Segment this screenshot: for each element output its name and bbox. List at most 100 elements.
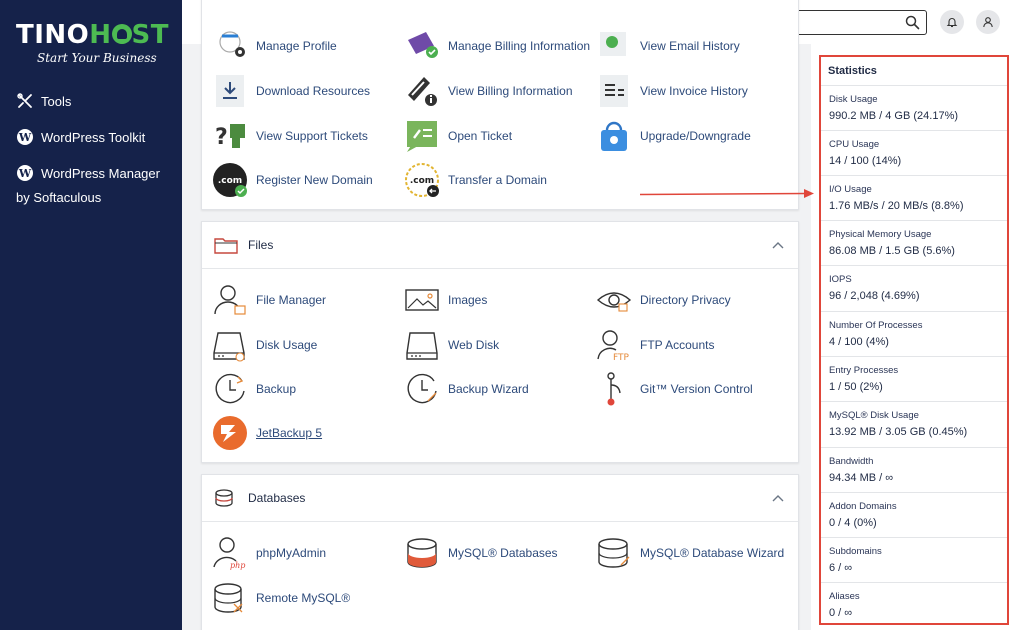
open-ticket-link[interactable]: Open Ticket — [404, 118, 512, 154]
backup-icon — [215, 373, 245, 404]
notifications-button[interactable] — [940, 10, 964, 34]
backup-link[interactable]: Backup — [212, 371, 296, 407]
item-label: MySQL® Databases — [448, 546, 558, 560]
view-email-history-link[interactable]: View Email History — [596, 28, 740, 64]
stat-value: 13.92 MB / 3.05 GB (0.45%) — [829, 426, 968, 438]
stat-value: 990.2 MB / 4 GB (24.17%) — [829, 110, 959, 122]
invoice-icon — [600, 75, 628, 107]
chevron-up-icon[interactable] — [772, 493, 784, 503]
svg-text:?: ? — [215, 125, 228, 150]
stat-row: MySQL® Disk Usage 13.92 MB / 3.05 GB (0.4… — [821, 401, 1007, 446]
billing-check-icon — [408, 32, 438, 58]
disk-usage-link[interactable]: Disk Usage — [212, 327, 317, 363]
view-support-tickets-link[interactable]: ? View Support Tickets — [212, 118, 368, 154]
stat-value: 94.34 MB / ∞ — [829, 472, 894, 484]
search-icon[interactable] — [905, 15, 920, 30]
jetbackup-link[interactable]: JetBackup 5 — [212, 415, 322, 451]
ftp-accounts-link[interactable]: FTP FTP Accounts — [596, 327, 714, 363]
mysql-databases-icon — [407, 538, 437, 568]
item-label: phpMyAdmin — [256, 546, 327, 560]
panel-title: Files — [248, 238, 274, 252]
register-domain-icon: .com — [213, 163, 247, 197]
directory-privacy-link[interactable]: Directory Privacy — [596, 282, 731, 318]
upgrade-bag-icon — [601, 121, 627, 151]
stat-label: MySQL® Disk Usage — [829, 410, 919, 421]
sidebar: TINOH ST Start Your Business Tools W Word… — [0, 0, 182, 630]
stat-value: 0 / 4 (0%) — [829, 517, 877, 529]
item-label: Manage Billing Information — [448, 39, 591, 53]
logo-st: ST — [131, 20, 170, 50]
mysql-database-wizard-link[interactable]: MySQL® Database Wizard — [596, 535, 784, 571]
stat-value: 1 / 50 (2%) — [829, 381, 883, 393]
files-panel-header[interactable]: Files — [202, 222, 798, 269]
svg-text:W: W — [18, 167, 32, 180]
stat-label: Entry Processes — [829, 365, 899, 376]
manage-billing-link[interactable]: Manage Billing Information — [404, 28, 590, 64]
email-history-icon — [600, 32, 626, 56]
svg-text:php: php — [230, 561, 245, 570]
stat-row: Physical Memory Usage 86.08 MB / 1.5 GB (… — [821, 220, 1007, 265]
web-disk-icon — [406, 332, 438, 360]
item-label: Images — [448, 293, 488, 307]
bell-icon — [946, 18, 958, 28]
sidebar-item-wordpress-toolkit[interactable]: W WordPress Toolkit — [16, 128, 181, 147]
register-domain-link[interactable]: .com Register New Domain — [212, 162, 373, 198]
mysql-databases-link[interactable]: MySQL® Databases — [404, 535, 558, 571]
logo-tino: TINO — [16, 20, 90, 50]
stat-row: Disk Usage 990.2 MB / 4 GB (24.17%) — [821, 85, 1007, 130]
sidebar-nav: Tools W WordPress Toolkit W WordPress Ma… — [16, 92, 181, 224]
stat-label: Bandwidth — [829, 456, 874, 467]
databases-panel-header[interactable]: Databases — [202, 475, 798, 522]
web-disk-link[interactable]: Web Disk — [404, 327, 499, 363]
user-menu-button[interactable] — [976, 10, 1000, 34]
sidebar-item-wordpress-manager[interactable]: W WordPress Manager by Softaculous — [16, 164, 181, 207]
phpmyadmin-link[interactable]: php phpMyAdmin — [212, 535, 326, 571]
item-label: Open Ticket — [448, 129, 513, 143]
stat-label: Aliases — [829, 591, 860, 602]
stat-value: 86.08 MB / 1.5 GB (5.6%) — [829, 245, 955, 257]
support-tickets-icon: ? — [215, 124, 245, 150]
transfer-domain-link[interactable]: .com Transfer a Domain — [404, 162, 547, 198]
git-version-control-link[interactable]: Git™ Version Control — [596, 371, 753, 407]
chevron-up-icon[interactable] — [772, 240, 784, 250]
stat-value: 4 / 100 (4%) — [829, 336, 889, 348]
tools-icon — [17, 93, 32, 108]
stat-value: 14 / 100 (14%) — [829, 155, 902, 167]
download-resources-link[interactable]: Download Resources — [212, 73, 370, 109]
upgrade-downgrade-link[interactable]: Upgrade/Downgrade — [596, 118, 751, 154]
item-label: Upgrade/Downgrade — [640, 129, 751, 143]
annotation-arrow — [640, 189, 814, 198]
stat-label: Disk Usage — [829, 94, 878, 105]
item-label: View Invoice History — [640, 84, 748, 98]
ftp-icon: FTP — [597, 330, 630, 363]
stat-label: IOPS — [829, 274, 852, 285]
eye-icon — [596, 292, 632, 312]
view-billing-info-link[interactable]: View Billing Information — [404, 73, 573, 109]
logo-h: H — [89, 20, 112, 50]
sidebar-item-tools[interactable]: Tools — [16, 92, 181, 111]
view-invoice-history-link[interactable]: View Invoice History — [596, 73, 748, 109]
images-link[interactable]: Images — [404, 282, 487, 318]
statistics-title: Statistics — [828, 65, 877, 77]
stat-label: Addon Domains — [829, 501, 897, 512]
item-label: Directory Privacy — [640, 293, 731, 307]
item-label: Git™ Version Control — [640, 382, 753, 396]
file-manager-link[interactable]: File Manager — [212, 282, 326, 318]
brand-logo[interactable]: TINOH ST Start Your Business — [16, 20, 170, 65]
manage-profile-link[interactable]: Manage Profile — [212, 28, 337, 64]
item-label: View Billing Information — [448, 84, 573, 98]
remote-mysql-link[interactable]: Remote MySQL® — [212, 580, 350, 616]
stat-label: I/O Usage — [829, 184, 872, 195]
wordpress-icon: W — [17, 165, 33, 181]
svg-text:W: W — [18, 131, 32, 144]
file-manager-icon — [214, 285, 246, 315]
backup-wizard-link[interactable]: Backup Wizard — [404, 371, 529, 407]
item-label: File Manager — [256, 293, 327, 307]
item-label: Backup — [256, 382, 297, 396]
item-label: Backup Wizard — [448, 382, 529, 396]
stat-row: Aliases 0 / ∞ — [821, 582, 1007, 627]
stat-value: 0 / ∞ — [829, 607, 853, 619]
images-icon — [405, 289, 439, 311]
stat-label: CPU Usage — [829, 139, 880, 150]
cloud-o-icon — [111, 24, 132, 44]
